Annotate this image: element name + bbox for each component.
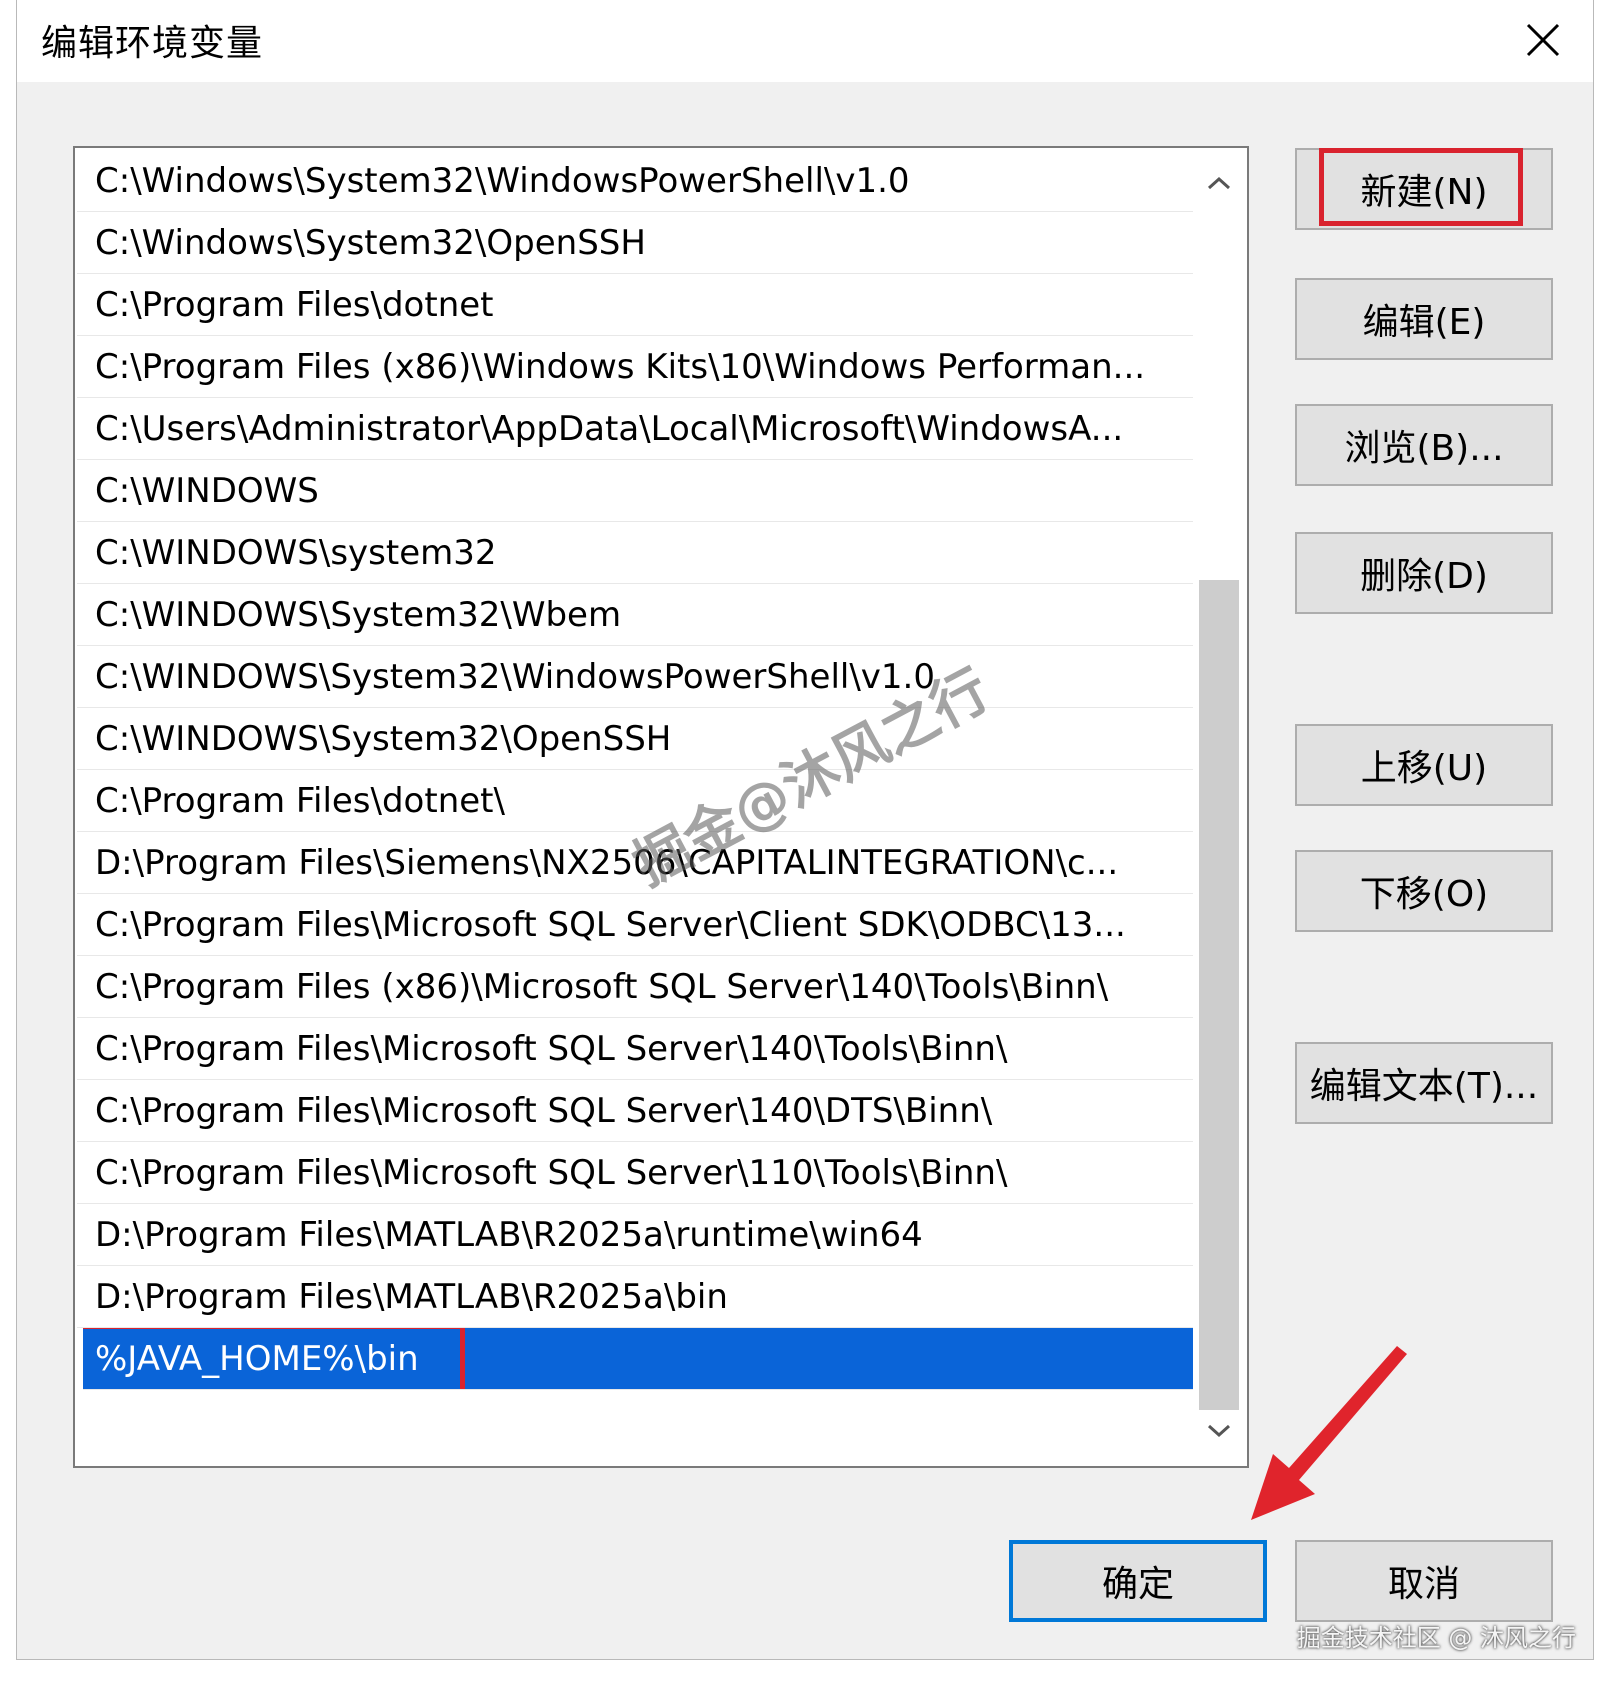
path-list-rows: C:\Windows\System32\WindowsPowerShell\v1… xyxy=(77,150,1195,1390)
close-button[interactable] xyxy=(1513,10,1573,70)
path-list-item[interactable]: C:\Program Files (x86)\Windows Kits\10\W… xyxy=(77,336,1195,398)
path-list-item[interactable]: C:\Program Files\Microsoft SQL Server\11… xyxy=(77,1142,1195,1204)
move-up-button[interactable]: 上移(U) xyxy=(1295,724,1553,806)
path-list-item[interactable]: C:\WINDOWS\System32\Wbem xyxy=(77,584,1195,646)
path-list-item[interactable]: D:\Program Files\MATLAB\R2025a\runtime\w… xyxy=(77,1204,1195,1266)
edit-button[interactable]: 编辑(E) xyxy=(1295,278,1553,360)
edit-environment-variable-dialog: 编辑环境变量 C:\Windows\System32\WindowsPowerS… xyxy=(16,0,1594,1660)
chevron-up-icon xyxy=(1207,176,1231,190)
selection-highlight-box xyxy=(83,1328,465,1389)
close-icon xyxy=(1526,23,1560,57)
path-list-item[interactable]: C:\WINDOWS\System32\WindowsPowerShell\v1… xyxy=(77,646,1195,708)
scroll-up-button[interactable] xyxy=(1193,158,1245,208)
path-list-item[interactable]: C:\Program Files\Microsoft SQL Server\14… xyxy=(77,1018,1195,1080)
path-list[interactable]: C:\Windows\System32\WindowsPowerShell\v1… xyxy=(73,146,1249,1468)
path-list-item[interactable]: C:\Windows\System32\WindowsPowerShell\v1… xyxy=(77,150,1195,212)
path-list-item-selected[interactable]: %JAVA_HOME%\bin xyxy=(83,1328,1195,1390)
chevron-down-icon xyxy=(1207,1424,1231,1438)
move-down-button[interactable]: 下移(O) xyxy=(1295,850,1553,932)
path-list-item[interactable]: C:\Program Files\dotnet\ xyxy=(77,770,1195,832)
vertical-scrollbar[interactable] xyxy=(1193,150,1245,1464)
path-list-item[interactable]: C:\Windows\System32\OpenSSH xyxy=(77,212,1195,274)
path-list-item[interactable]: C:\WINDOWS xyxy=(77,460,1195,522)
path-list-item[interactable]: D:\Program Files\Siemens\NX2506\CAPITALI… xyxy=(77,832,1195,894)
path-list-item[interactable]: C:\Program Files\Microsoft SQL Server\Cl… xyxy=(77,894,1195,956)
edit-text-button[interactable]: 编辑文本(T)... xyxy=(1295,1042,1553,1124)
path-list-item[interactable]: C:\Program Files\dotnet xyxy=(77,274,1195,336)
path-list-item[interactable]: C:\WINDOWS\system32 xyxy=(77,522,1195,584)
ok-button[interactable]: 确定 xyxy=(1009,1540,1267,1622)
cancel-button[interactable]: 取消 xyxy=(1295,1540,1553,1622)
new-button-highlight-box xyxy=(1319,148,1523,226)
path-list-item[interactable]: C:\WINDOWS\System32\OpenSSH xyxy=(77,708,1195,770)
path-list-item[interactable]: C:\Program Files (x86)\Microsoft SQL Ser… xyxy=(77,956,1195,1018)
scroll-down-button[interactable] xyxy=(1193,1406,1245,1456)
dialog-title: 编辑环境变量 xyxy=(41,23,264,64)
path-list-item[interactable]: C:\Program Files\Microsoft SQL Server\14… xyxy=(77,1080,1195,1142)
title-bar: 编辑环境变量 xyxy=(17,0,1593,82)
delete-button[interactable]: 删除(D) xyxy=(1295,532,1553,614)
path-list-item[interactable]: C:\Users\Administrator\AppData\Local\Mic… xyxy=(77,398,1195,460)
path-list-item[interactable]: D:\Program Files\MATLAB\R2025a\bin xyxy=(77,1266,1195,1328)
scroll-thumb[interactable] xyxy=(1199,580,1239,1410)
browse-button[interactable]: 浏览(B)... xyxy=(1295,404,1553,486)
red-arrow-annotation xyxy=(1251,1346,1407,1520)
